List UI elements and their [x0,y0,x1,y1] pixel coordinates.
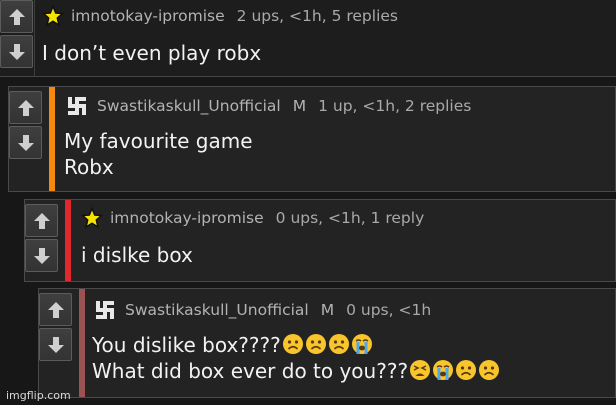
comment-text-segment: You dislike box???? [92,333,281,357]
comment-text-line: My favourite game [64,129,253,153]
swastika-icon [92,297,118,323]
comment-text-line: I don’t even play robx [42,41,262,65]
slightly-frowning-emoji [305,334,326,354]
slightly-frowning-emoji [328,334,349,354]
comment: imnotokay-ipromise 2 ups, <1h, 5 replies… [0,0,616,77]
downvote-arrow-icon [8,43,25,60]
comment-text: My favourite game Robx [64,128,253,180]
comment-meta: Swastikaskull_Unofficial M 1 up, <1h, 2 … [64,93,471,119]
vote-controls [39,293,72,363]
slightly-frowning-emoji [456,360,477,380]
user-flair: M [320,301,335,319]
comment: Swastikaskull_Unofficial M 1 up, <1h, 2 … [8,86,616,192]
comment-text-line: i dislke box [81,243,193,267]
vote-controls [9,91,42,161]
upvote-arrow-icon [33,212,50,229]
imgflip-watermark: imgflip.com [6,389,71,402]
downvote-arrow-icon [17,134,34,151]
comment-stats: 0 ups, <1h, 1 reply [275,209,425,227]
username-link[interactable]: imnotokay-ipromise [71,7,225,25]
emoji-row [282,333,374,355]
thread-accent-bar [65,200,71,281]
comment-body: imnotokay-ipromise 2 ups, <1h, 5 replies… [42,0,616,76]
comment-text-line: You dislike box???? [92,332,501,358]
username-link[interactable]: imnotokay-ipromise [110,209,264,227]
upvote-button[interactable] [25,204,58,237]
vote-controls [25,204,58,274]
comment-stats: 2 ups, <1h, 5 replies [236,7,398,25]
downvote-arrow-icon [33,247,50,264]
comment-text-line: Robx [64,155,114,179]
comment-stats: 1 up, <1h, 2 replies [318,97,472,115]
downvote-button[interactable] [25,239,58,272]
downvote-button[interactable] [9,126,42,159]
comment-body: Swastikaskull_Unofficial M 0 ups, <1h Yo… [92,289,615,397]
username-link[interactable]: Swastikaskull_Unofficial [125,301,309,319]
comment: imnotokay-ipromise 0 ups, <1h, 1 reply i… [24,199,616,282]
slightly-frowning-emoji [282,334,303,354]
upvote-button[interactable] [39,293,72,326]
upvote-button[interactable] [9,91,42,124]
comment-meta: imnotokay-ipromise 2 ups, <1h, 5 replies [42,5,398,27]
downvote-button[interactable] [0,35,33,68]
divider [34,0,35,76]
loudly-crying-emoji [433,360,454,380]
comment-thread: imnotokay-ipromise 2 ups, <1h, 5 replies… [0,0,616,405]
upvote-arrow-icon [8,8,25,25]
thread-accent-bar [79,289,85,397]
comment-text: I don’t even play robx [42,40,261,66]
comment-text-line: What did box ever do to you??? [92,358,501,384]
swastika-icon [64,93,90,119]
comment-meta: imnotokay-ipromise 0 ups, <1h, 1 reply [81,207,424,229]
slightly-frowning-emoji [479,360,500,380]
star-icon [81,207,103,229]
comment-stats: 0 ups, <1h [346,301,432,319]
comment: Swastikaskull_Unofficial M 0 ups, <1h Yo… [38,288,616,398]
user-flair: M [292,97,307,115]
username-link[interactable]: Swastikaskull_Unofficial [97,97,281,115]
loudly-crying-emoji [351,334,372,354]
comment-text: i dislke box [81,242,193,268]
comment-body: imnotokay-ipromise 0 ups, <1h, 1 reply i… [81,200,615,281]
star-icon [42,5,64,27]
emoji-row [409,359,501,381]
downvote-arrow-icon [47,336,64,353]
vote-controls [0,0,33,70]
thread-accent-bar [49,87,55,191]
upvote-arrow-icon [17,99,34,116]
comment-body: Swastikaskull_Unofficial M 1 up, <1h, 2 … [64,87,615,191]
comment-meta: Swastikaskull_Unofficial M 0 ups, <1h [92,297,431,323]
tired-face-emoji [410,360,431,380]
downvote-button[interactable] [39,328,72,361]
comment-text-segment: What did box ever do to you??? [92,359,409,383]
upvote-button[interactable] [0,0,33,33]
comment-text: You dislike box???? What did box ever do… [92,332,501,384]
upvote-arrow-icon [47,301,64,318]
